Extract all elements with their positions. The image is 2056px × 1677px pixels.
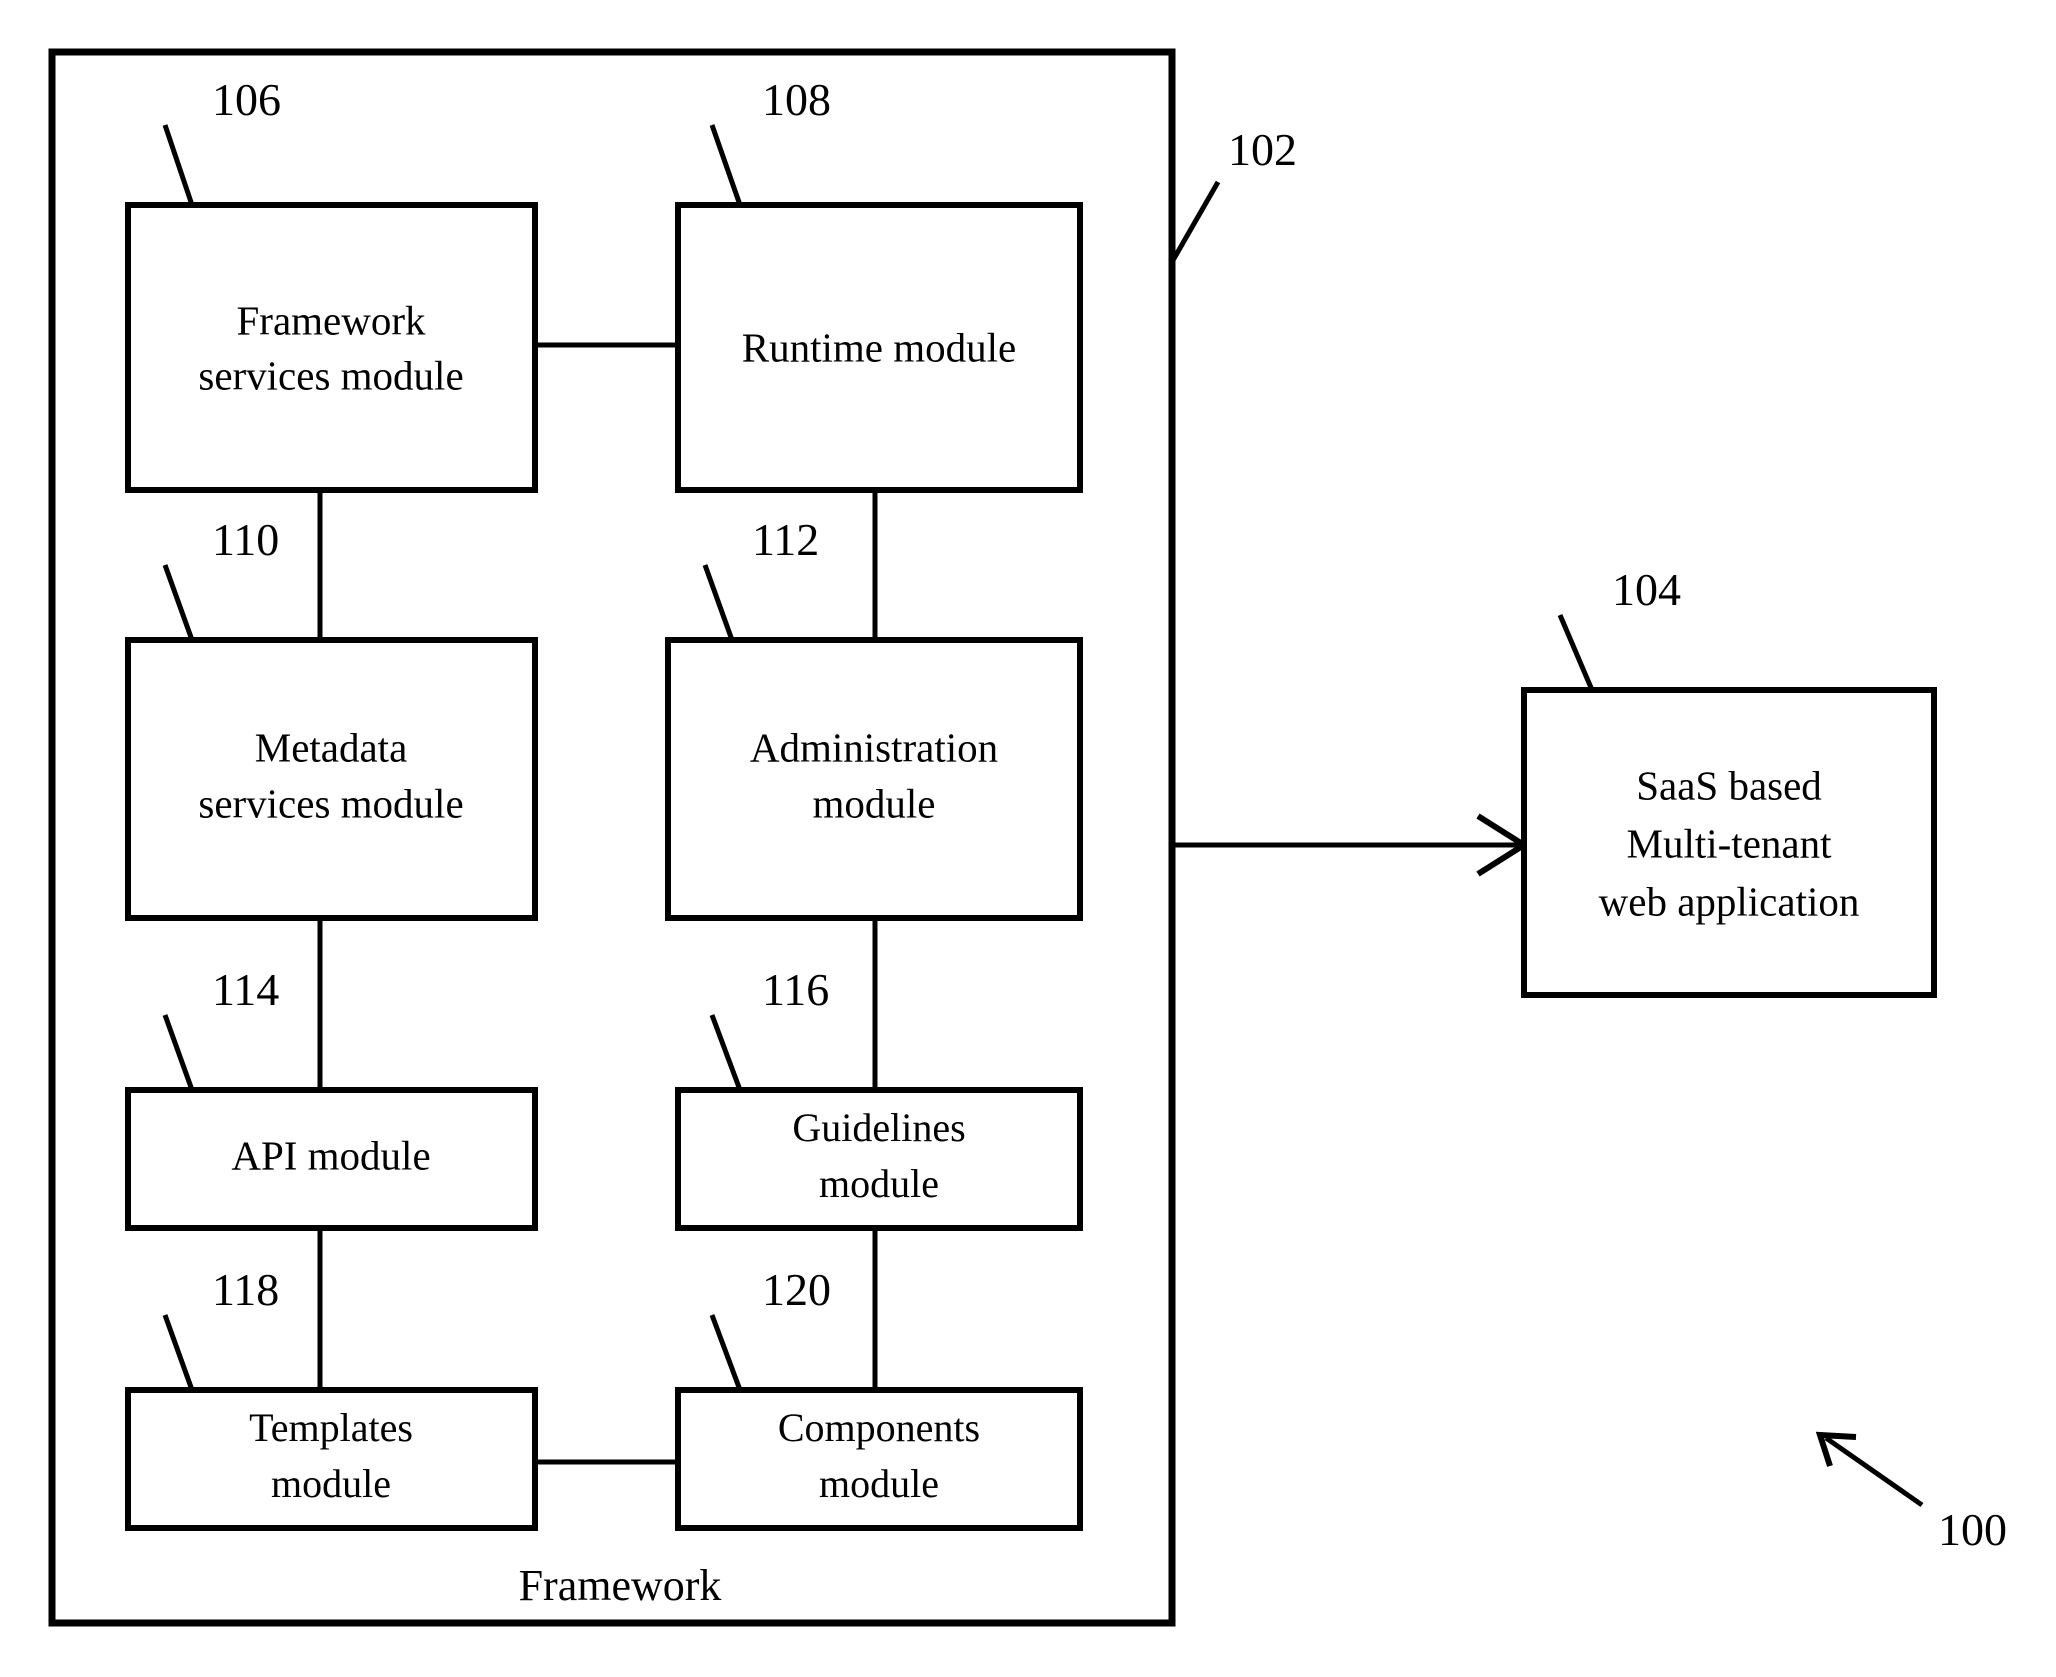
box-framework-services-module-label-line2: services module: [198, 352, 463, 398]
leader-line-120: [709, 1314, 743, 1391]
box-metadata-services-module-label-line1: Metadata: [255, 724, 408, 770]
leader-line-112: [702, 564, 735, 641]
leader-line-108: [709, 124, 743, 206]
ref-numeral-104: 104: [1612, 564, 1681, 615]
leader-line-102: [1169, 180, 1221, 264]
box-saas-label-line1: SaaS based: [1636, 762, 1822, 808]
diagram-canvas: 106 Framework services module 108 Runtim…: [48, 48, 2007, 1627]
box-saas-label-line3: web application: [1599, 878, 1860, 924]
box-framework-services-module[interactable]: [125, 202, 538, 493]
box-administration-module-label-line2: module: [813, 780, 936, 826]
box-administration-module[interactable]: [665, 637, 1083, 921]
ref-numeral-110: 110: [212, 514, 279, 565]
leader-line-106: [162, 124, 195, 206]
figure-ref-arrow-line: [1824, 1435, 1924, 1508]
box-api-module-label-line1: API module: [231, 1132, 430, 1178]
box-guidelines-module-label-line2: module: [819, 1161, 939, 1206]
leader-line-110: [162, 564, 195, 641]
ref-numeral-100: 100: [1938, 1504, 2007, 1555]
box-framework-services-module-label-line1: Framework: [236, 297, 426, 343]
box-guidelines-module-label-line1: Guidelines: [792, 1105, 965, 1150]
patent-figure: 106 Framework services module 108 Runtim…: [0, 0, 2056, 1677]
box-templates-module-label-line1: Templates: [249, 1405, 413, 1450]
box-administration-module-label-line1: Administration: [750, 724, 998, 770]
ref-numeral-108: 108: [762, 74, 831, 125]
ref-numeral-102: 102: [1228, 124, 1297, 175]
framework-caption: Framework: [519, 1561, 722, 1610]
box-components-module-label-line2: module: [819, 1461, 939, 1506]
ref-numeral-116: 116: [762, 964, 829, 1015]
box-templates-module-label-line2: module: [271, 1461, 391, 1506]
box-components-module-label-line1: Components: [778, 1405, 980, 1450]
ref-numeral-112: 112: [752, 514, 819, 565]
ref-numeral-114: 114: [212, 964, 279, 1015]
ref-numeral-118: 118: [212, 1264, 279, 1315]
leader-line-116: [709, 1014, 743, 1091]
box-metadata-services-module[interactable]: [125, 637, 538, 921]
ref-numeral-120: 120: [762, 1264, 831, 1315]
box-saas-label-line2: Multi-tenant: [1627, 820, 1833, 866]
ref-numeral-106: 106: [212, 74, 281, 125]
box-metadata-services-module-label-line2: services module: [198, 780, 463, 826]
leader-line-104: [1557, 614, 1595, 691]
box-runtime-module-label-line1: Runtime module: [742, 324, 1016, 370]
leader-line-118: [162, 1314, 195, 1391]
leader-line-114: [162, 1014, 195, 1091]
